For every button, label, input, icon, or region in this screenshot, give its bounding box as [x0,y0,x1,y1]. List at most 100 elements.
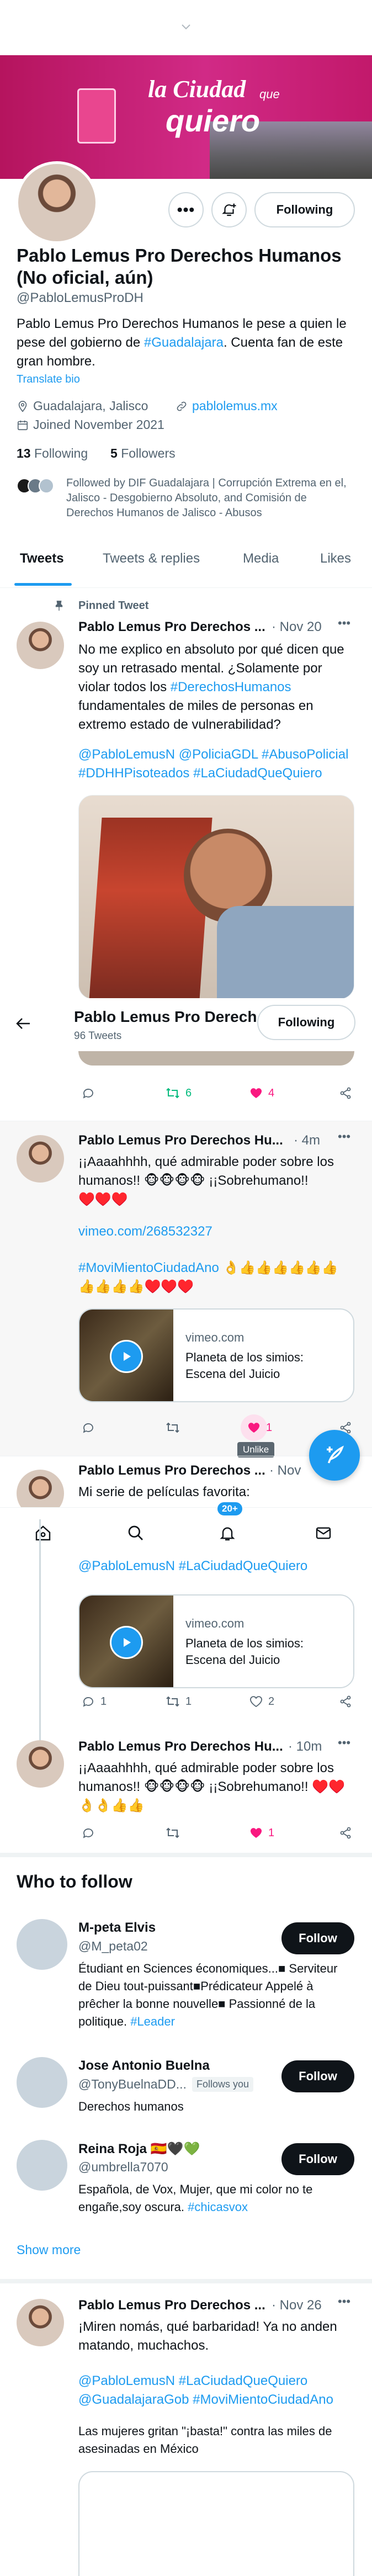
like-button[interactable]: 2 [249,1695,274,1708]
tab-likes[interactable]: Likes [320,551,351,566]
follow-button[interactable]: Follow [281,2143,354,2175]
bio-hashtag-link[interactable]: #Guadalajara [144,335,224,350]
followers-count-link[interactable]: 5 Followers [110,446,176,461]
retweet-icon [166,1088,179,1099]
tab-media[interactable]: Media [243,551,279,566]
tweet-tags[interactable]: @PabloLemusN #LaCiudadQueQuiero [78,1557,354,1576]
suggested-user-bio: Derechos humanos [78,2100,184,2113]
tweet-author-name[interactable]: Pablo Lemus Pro Derechos ... [78,1463,265,1478]
suggested-user-avatar[interactable] [17,2057,67,2108]
suggested-user-name[interactable]: M-peta Elvis [78,1920,156,1936]
who-to-follow-title: Who to follow [17,1872,132,1891]
tweet-more-icon[interactable]: ••• [338,1130,350,1144]
retweet-button[interactable] [166,1826,180,1840]
retweet-count: 6 [185,1086,192,1099]
tab-tweets[interactable]: Tweets [20,551,64,566]
notifications-bell-button[interactable] [211,192,247,227]
card-title: Planeta de los simios: Escena del Juicio [185,1636,304,1667]
more-options-button[interactable]: ••• [168,192,204,227]
share-button[interactable] [339,1695,352,1708]
profile-avatar[interactable] [15,161,98,244]
tweet-time[interactable]: · Nov 26 [272,2298,322,2313]
reply-button[interactable] [82,1826,95,1840]
suggested-user-name[interactable]: Reina Roja 🇪🇸🖤💚 [78,2141,200,2157]
reply-button[interactable]: 1 [82,1695,107,1708]
chevron-down-icon [180,21,192,32]
tweet-avatar[interactable] [17,2299,64,2346]
share-button[interactable] [339,1826,352,1840]
tweet-text-secondary: Las mujeres gritan "¡basta!" contra las … [78,2424,332,2456]
suggested-user-name[interactable]: Jose Antonio Buelna [78,2058,210,2074]
pinned-tweet-tags[interactable]: @PabloLemusN @PoliciaGDL #AbusoPolicial … [78,745,354,783]
back-arrow-icon[interactable] [15,1017,31,1030]
sticky-header-title: Pablo Lemus Pro Derech... [74,1008,270,1025]
banner-tagline-2: quiero [166,103,261,138]
tab-tweets-replies[interactable]: Tweets & replies [103,551,200,566]
link-card[interactable]: vimeo.com Planeta de los simios: Escena … [78,1308,354,1402]
bio-hashtag-link[interactable]: #chicasvox [188,2200,248,2214]
tweet-more-icon[interactable]: ••• [338,2294,350,2309]
reply-button[interactable] [82,1421,95,1434]
compose-tweet-button[interactable] [309,1430,360,1481]
retweet-button[interactable]: 1 [166,1695,192,1708]
banner-logo [77,88,116,144]
tweet-more-icon[interactable]: ••• [338,1736,350,1750]
share-button[interactable] [339,1086,352,1100]
tweet-tags[interactable]: @PabloLemusN #LaCiudadQueQuiero @Guadala… [78,2372,354,2409]
tweet-time[interactable]: · Nov [269,1463,301,1478]
location-text: Guadalajara, Jalisco [33,399,148,413]
tweet-author-name[interactable]: Pablo Lemus Pro Derechos ... [78,619,265,635]
like-count: 1 [266,1421,273,1434]
like-button[interactable]: 4 [249,1086,274,1100]
tweet-author-name[interactable]: Pablo Lemus Pro Derechos Hu... [78,1739,283,1755]
profile-joined: Joined November 2021 [17,417,164,432]
pinned-label: Pinned Tweet [78,600,149,612]
tweet-image[interactable] [78,795,354,999]
hashtag-link[interactable]: #MoviMientoCiudadAno [78,1260,219,1275]
reply-icon [83,1697,93,1707]
tweet-time[interactable]: · 4m [294,1133,320,1148]
tweet-text: ¡¡Aaaahhhh, qué admirable poder sobre lo… [78,1761,345,1813]
like-button[interactable]: 1 [249,1826,274,1840]
follow-button[interactable]: Follow [281,2060,354,2092]
tweet-author-name[interactable]: Pablo Lemus Pro Derechos ... [78,2298,265,2313]
tweet-time[interactable]: · 10m [288,1739,322,1755]
play-button-icon [110,1340,143,1373]
followed-by-avatars[interactable] [17,478,62,494]
tweet-time[interactable]: · Nov 20 [272,619,322,635]
pinned-tweet-text: No me explico en absoluto por qué dicen … [78,640,354,734]
nav-notifications[interactable] [219,1524,236,1542]
follow-button[interactable]: Follow [281,1922,354,1954]
tweet-more-icon[interactable]: ••• [338,616,350,630]
nav-home[interactable] [34,1524,52,1542]
profile-handle: @PabloLemusProDH [17,290,144,305]
retweet-button[interactable] [166,1421,180,1434]
suggested-user-avatar[interactable] [17,2140,67,2191]
like-button[interactable]: 1 [247,1421,272,1434]
link-card[interactable]: vimeo.com Planeta de los simios: Escena … [78,1594,354,1688]
followed-by-text[interactable]: Followed by DIF Guadalajara | Corrupción… [66,476,353,521]
bio-hashtag-link[interactable]: #Leader [130,2015,175,2028]
tweet-link[interactable]: vimeo.com/268532327 [78,1222,212,1241]
nav-messages[interactable] [315,1524,332,1542]
website-link[interactable]: pablolemus.mx [192,399,278,414]
tweet-author-name[interactable]: Pablo Lemus Pro Derechos Hu... [78,1133,283,1148]
show-more-link[interactable]: Show more [17,2243,81,2257]
tweet-avatar[interactable] [17,1135,64,1183]
tweet-tags-line: #MoviMientoCiudadAno 👌👍👍👍👍👍👍👍👍👍👍♥️♥️♥️ [78,1259,354,1296]
tweet-avatar[interactable] [17,622,64,669]
suggested-user-avatar[interactable] [17,1919,67,1970]
link-card[interactable] [78,2471,354,2576]
bio-text: Étudiant en Sciences économiques...■ Ser… [78,1962,338,2028]
reply-button[interactable] [82,1086,95,1100]
sticky-following-button[interactable]: Following [257,1005,355,1040]
profile-website[interactable]: pablolemus.mx [176,399,278,414]
nav-search[interactable] [127,1524,145,1542]
tweet-avatar[interactable] [17,1740,64,1788]
following-count-link[interactable]: 13 Following [17,446,88,461]
following-button[interactable]: Following [254,192,355,227]
hashtag-link[interactable]: #DerechosHumanos [171,680,291,695]
retweet-button[interactable]: 6 [166,1086,192,1100]
translate-bio-link[interactable]: Translate bio [17,373,80,386]
search-icon [128,1525,143,1540]
